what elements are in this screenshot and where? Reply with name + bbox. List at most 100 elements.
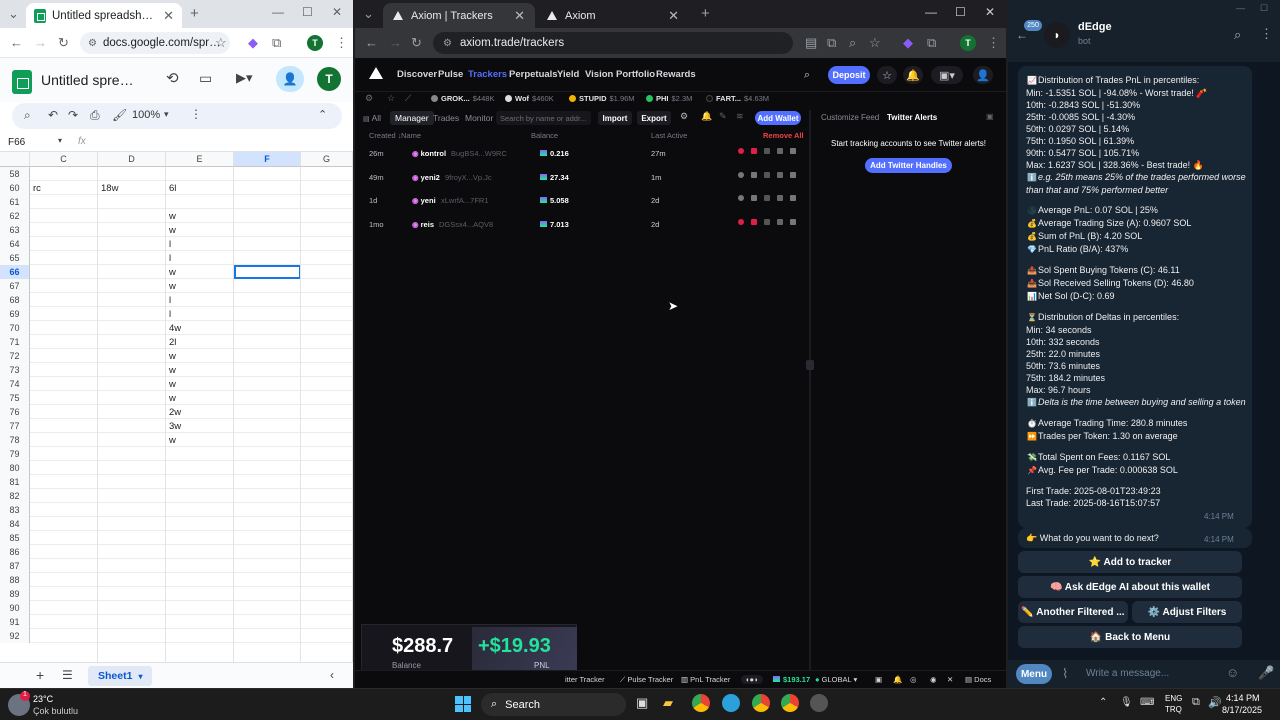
version-history-icon[interactable]: ⟲ [166,69,179,87]
row-header[interactable]: 92 [0,629,30,643]
grid-cell[interactable] [30,237,98,251]
grid-cell[interactable]: w [166,349,234,363]
grid-cell[interactable] [98,601,166,615]
grid-cell[interactable] [30,251,98,265]
wallet-address[interactable]: BugBS4...W9RC [451,149,507,158]
taskbar-search[interactable]: ⌕ Search [481,693,626,716]
microphone-icon[interactable]: 🎤 [1258,665,1274,681]
layout-icon[interactable]: ▣ [875,675,882,684]
adjust-filters-button[interactable]: ⚙️ Adjust Filters [1132,601,1242,623]
search-icon[interactable]: ⌕ [1234,27,1241,43]
grid-cell[interactable] [98,587,166,601]
menu-button[interactable]: Menu [1016,664,1052,684]
grid-cell[interactable] [166,587,234,601]
feed-icon[interactable] [764,172,770,178]
chrome-icon-3[interactable] [781,694,799,712]
nav-pulse[interactable]: Pulse [438,69,463,80]
grid-cell[interactable] [30,293,98,307]
grid-cell[interactable] [30,195,98,209]
grid-cell[interactable] [98,531,166,545]
grid-cell[interactable]: w [166,363,234,377]
grid-cell[interactable] [166,447,234,461]
grid-cell[interactable]: 3w [166,419,234,433]
start-windows-icon[interactable] [455,696,471,712]
extensions-puzzle-icon[interactable]: ⧉ [927,35,936,51]
add-sheet-icon[interactable]: + [36,667,44,683]
bot-avatar[interactable]: ◗ [1044,22,1070,48]
grid-cell[interactable] [30,545,98,559]
row-header[interactable]: 64 [0,237,30,251]
region-selector[interactable]: ● GLOBAL ▾ [815,675,857,684]
network-icon[interactable]: ⧉ [1192,696,1200,709]
x-twitter-icon[interactable]: ✕ [947,675,953,684]
minimize-icon[interactable]: — [272,5,284,19]
column-header[interactable]: C [30,152,98,167]
nav-rewards[interactable]: Rewards [656,69,696,80]
grid-cell[interactable] [166,573,234,587]
chrome-icon[interactable] [692,694,710,712]
message-input[interactable]: Write a message... [1086,668,1169,679]
grid-cell[interactable] [98,209,166,223]
row-header[interactable]: 69 [0,307,30,321]
grid-cell[interactable]: w [166,391,234,405]
comments-icon[interactable]: ▭ [199,70,212,87]
grid-cell[interactable] [166,167,234,181]
grid-cell[interactable] [30,559,98,573]
twitter-tracker-link[interactable]: itter Tracker [565,675,605,684]
doc-title[interactable]: Untitled spreads [41,72,141,88]
wallet-link-icon[interactable] [751,219,757,225]
grid-cell[interactable] [166,489,234,503]
grid-cell[interactable] [98,405,166,419]
grid-cell[interactable]: w [166,433,234,447]
row-header[interactable]: 62 [0,209,30,223]
tab-axiom-trackers[interactable]: Axiom | Trackers ✕ [383,3,535,28]
export-button[interactable]: Export [637,111,671,125]
wallet-address[interactable]: xLwrfA...7FR1 [441,196,489,205]
all-sheets-icon[interactable]: ☰ [62,668,73,682]
alert-toggle-icon[interactable] [738,195,744,201]
forward-icon[interactable]: → [34,35,47,50]
row-header[interactable]: 75 [0,391,30,405]
wallet-row[interactable]: 49m ◉ yeni2 9froyX...Vp.Jc 27.34 1m [355,167,809,190]
settings-gear-icon[interactable]: ⚙ [680,111,688,122]
row-header[interactable]: 86 [0,545,30,559]
grid-cell[interactable] [166,503,234,517]
bookmark-star-icon[interactable]: ☆ [869,35,881,51]
grid-cell[interactable]: w [166,209,234,223]
grid-cell[interactable] [30,363,98,377]
bell-icon[interactable]: 🔔 [701,111,712,122]
pulse-tracker-link[interactable]: ⟋ Pulse Tracker [620,675,673,685]
reload-icon[interactable]: ↻ [58,35,69,51]
delete-icon[interactable] [790,172,796,178]
grid-cell[interactable] [98,489,166,503]
language-indicator[interactable]: ENG [1165,694,1182,703]
extension-icon[interactable]: ◆ [903,35,913,51]
collapse-menus-icon[interactable]: ⌃ [318,108,327,121]
nav-yield[interactable]: Yield [557,69,579,80]
grid-cell[interactable] [98,629,166,643]
tab-axiom[interactable]: Axiom ✕ [537,3,689,28]
row-header[interactable]: 61 [0,195,30,209]
feed-icon[interactable] [764,195,770,201]
chart-icon[interactable] [777,219,783,225]
grid-cell[interactable] [98,461,166,475]
row-header[interactable]: 84 [0,517,30,531]
grid-cell[interactable] [166,531,234,545]
grid-cell[interactable] [30,629,98,643]
grid-cell[interactable]: 2w [166,405,234,419]
nav-perpetuals[interactable]: Perpetuals [509,69,558,80]
install-app-icon[interactable]: ⧉ [827,35,836,51]
profile-avatar[interactable]: T [307,35,323,51]
tab-twitter-alerts[interactable]: Twitter Alerts [887,113,937,122]
volume-icon[interactable]: 🔊 [1208,696,1222,709]
maximize-icon[interactable]: ☐ [1260,3,1268,14]
bookmark-star-icon[interactable]: ☆ [215,35,227,51]
column-header[interactable]: G [301,152,353,167]
axiom-logo-icon[interactable] [369,67,383,79]
discord-icon[interactable]: ◉ [930,675,937,684]
grid-cell[interactable] [98,349,166,363]
close-tab-icon[interactable]: ✕ [668,8,679,24]
clipboard-icon[interactable]: ▤ [805,35,817,51]
row-header[interactable]: 65 [0,251,30,265]
watchlist-star-icon[interactable]: ☆ [877,66,897,84]
